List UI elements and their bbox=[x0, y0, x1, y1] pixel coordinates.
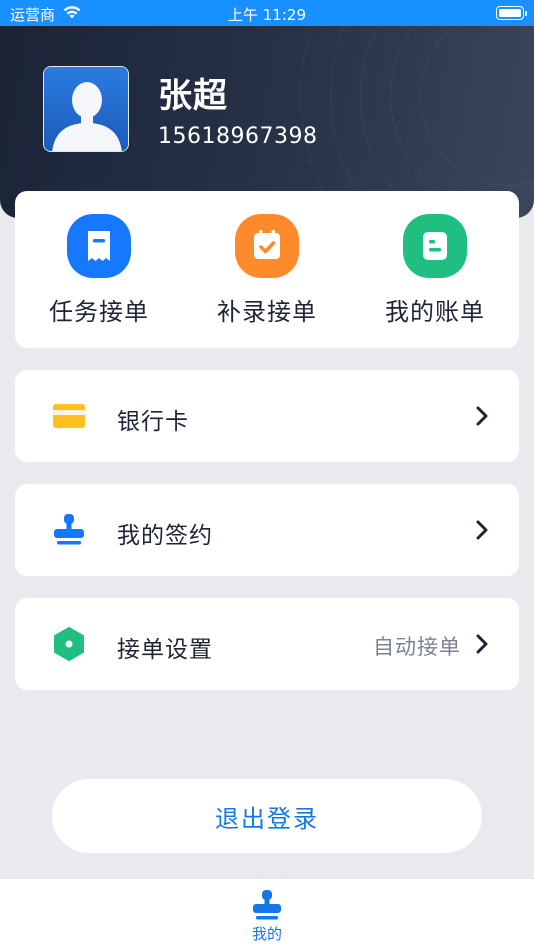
quick-action-my-bill[interactable]: 我的账单 bbox=[351, 191, 519, 348]
quick-action-label: 补录接单 bbox=[217, 298, 317, 326]
avatar[interactable] bbox=[43, 66, 129, 152]
logout-button[interactable]: 退出登录 bbox=[52, 779, 482, 853]
bank-card-icon bbox=[53, 404, 85, 428]
status-time: 上午 11:29 bbox=[228, 6, 306, 24]
stamp-icon bbox=[253, 890, 281, 920]
chevron-right-icon bbox=[476, 406, 488, 426]
quick-action-supplement-orders[interactable]: 补录接单 bbox=[183, 191, 351, 348]
quick-action-label: 我的账单 bbox=[385, 298, 485, 326]
document-icon bbox=[403, 214, 467, 278]
check-box-icon bbox=[235, 214, 299, 278]
quick-actions-card: 任务接单 补录接单 我的账单 bbox=[15, 191, 519, 348]
user-name: 张超 bbox=[158, 76, 228, 116]
quick-action-label: 任务接单 bbox=[49, 298, 149, 326]
status-bar: 运营商 上午 11:29 bbox=[0, 0, 534, 26]
receipt-icon bbox=[67, 214, 131, 278]
tab-mine[interactable]: 我的 bbox=[227, 879, 307, 950]
user-phone: 15618967398 bbox=[158, 124, 318, 149]
auto-accept-value: 自动接单 bbox=[373, 635, 461, 659]
menu-item-label: 银行卡 bbox=[117, 409, 189, 435]
chevron-right-icon bbox=[476, 634, 488, 654]
menu-item-label: 我的签约 bbox=[117, 523, 213, 549]
menu-item-order-settings[interactable]: 接单设置 自动接单 bbox=[15, 598, 519, 690]
menu-item-label: 接单设置 bbox=[117, 637, 213, 663]
settings-hexagon-icon bbox=[54, 627, 84, 661]
quick-action-task-orders[interactable]: 任务接单 bbox=[15, 191, 183, 348]
battery-icon bbox=[496, 6, 527, 20]
chevron-right-icon bbox=[476, 520, 488, 540]
tab-bar: 我的 bbox=[0, 878, 534, 950]
menu-item-bank-card[interactable]: 银行卡 bbox=[15, 370, 519, 462]
user-silhouette-icon bbox=[44, 67, 128, 151]
tab-label: 我的 bbox=[251, 925, 282, 943]
stamp-icon bbox=[54, 514, 84, 545]
menu-item-my-contract[interactable]: 我的签约 bbox=[15, 484, 519, 576]
